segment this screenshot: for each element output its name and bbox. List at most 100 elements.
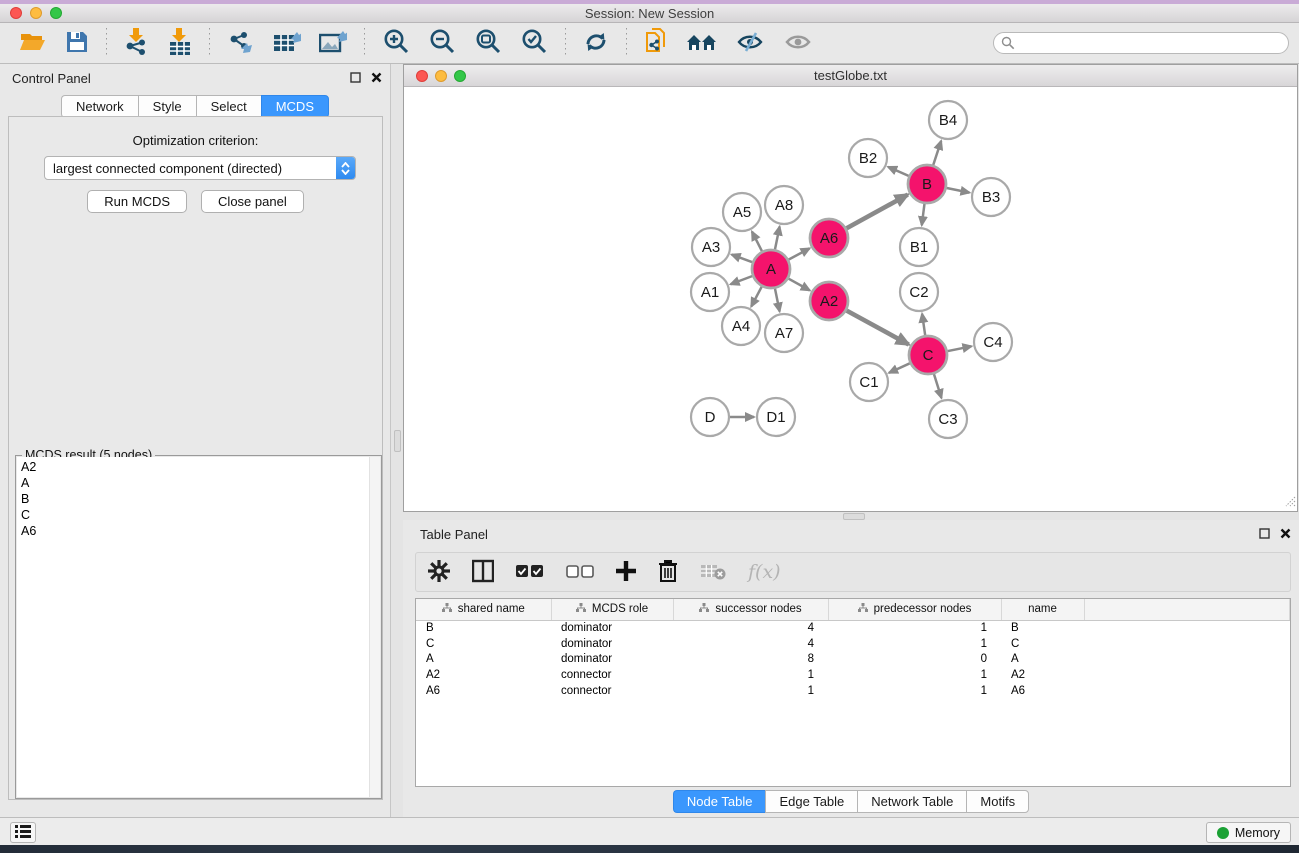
optimization-criterion-dropdown[interactable]: largest connected component (directed) [44, 156, 356, 180]
task-history-button[interactable] [10, 822, 36, 843]
vertical-split-handle[interactable] [394, 430, 401, 452]
table-cell[interactable]: B [1001, 620, 1084, 636]
column-header-predecessor-nodes[interactable]: predecessor nodes [828, 599, 1001, 620]
select-all-checkbox-icon[interactable] [516, 564, 544, 581]
open-session-button[interactable] [13, 28, 53, 59]
table-cell[interactable]: A6 [1001, 683, 1084, 699]
memory-button[interactable]: Memory [1206, 822, 1291, 843]
float-panel-icon[interactable] [350, 71, 361, 86]
column-header-shared-name[interactable]: shared name [416, 599, 551, 620]
result-item[interactable]: B [21, 491, 369, 507]
settings-gear-icon[interactable] [428, 560, 450, 585]
graph-edge-B-B2[interactable] [888, 167, 911, 177]
table-cell[interactable]: 1 [828, 636, 1001, 652]
float-table-panel-icon[interactable] [1259, 527, 1270, 542]
table-cell[interactable]: dominator [551, 636, 673, 652]
result-item[interactable]: A2 [21, 459, 369, 475]
import-network-button[interactable] [118, 26, 156, 61]
result-item[interactable]: A [21, 475, 369, 491]
tab-style[interactable]: Style [138, 95, 196, 118]
graph-edge-B-B1[interactable] [922, 201, 925, 225]
hide-labels-button[interactable] [730, 28, 772, 59]
result-item[interactable]: C [21, 507, 369, 523]
zoom-selected-button[interactable] [514, 26, 554, 61]
tab-network-table[interactable]: Network Table [857, 790, 966, 813]
close-panel-button[interactable]: Close panel [201, 190, 304, 213]
resize-grip-icon[interactable] [1284, 495, 1296, 510]
save-session-button[interactable] [59, 28, 95, 59]
preview-eye-button[interactable] [778, 28, 820, 59]
tab-network[interactable]: Network [61, 95, 138, 118]
table-cell[interactable]: C [1001, 636, 1084, 652]
close-panel-icon[interactable] [371, 71, 382, 86]
export-table-button[interactable] [267, 27, 307, 60]
column-layout-icon[interactable] [472, 559, 494, 586]
table-cell[interactable]: 0 [828, 652, 1001, 668]
graph-edge-A-A1[interactable] [731, 275, 756, 284]
tab-edge-table[interactable]: Edge Table [765, 790, 857, 813]
graph-edge-A-A2[interactable] [786, 277, 810, 290]
graph-edge-A-A6[interactable] [786, 248, 810, 261]
result-item[interactable]: A6 [21, 523, 369, 539]
result-scrollbar[interactable] [369, 457, 380, 797]
graph-edge-A2-C[interactable] [844, 309, 909, 344]
zoom-in-button[interactable] [376, 26, 416, 61]
tab-mcds[interactable]: MCDS [261, 95, 329, 118]
table-cell[interactable]: 1 [673, 667, 828, 683]
column-header-successor-nodes[interactable]: successor nodes [673, 599, 828, 620]
zoom-fit-button[interactable] [468, 26, 508, 61]
delete-column-icon[interactable] [658, 560, 678, 585]
graph-edge-A-A7[interactable] [774, 286, 779, 312]
table-cell[interactable]: 4 [673, 636, 828, 652]
table-cell[interactable]: A2 [416, 667, 551, 683]
table-cell[interactable]: 8 [673, 652, 828, 668]
search-input[interactable] [993, 32, 1289, 54]
graph-edge-A6-B[interactable] [844, 195, 908, 230]
table-cell[interactable]: 1 [673, 683, 828, 699]
deselect-all-checkbox-icon[interactable] [566, 564, 594, 581]
close-table-panel-icon[interactable] [1280, 527, 1291, 542]
graph-edge-C-C3[interactable] [933, 371, 941, 398]
graph-edge-C-C1[interactable] [889, 362, 913, 373]
network-window-titlebar[interactable]: testGlobe.txt [404, 65, 1297, 87]
horizontal-split-handle[interactable] [843, 513, 865, 520]
table-cell[interactable]: A [1001, 652, 1084, 668]
table-cell[interactable]: 1 [828, 667, 1001, 683]
refresh-button[interactable] [577, 27, 615, 60]
graph-edge-A-A4[interactable] [751, 284, 763, 306]
tab-select[interactable]: Select [196, 95, 261, 118]
graph-edge-A-A5[interactable] [752, 232, 763, 254]
column-header-MCDS-role[interactable]: MCDS role [551, 599, 673, 620]
graph-edge-C-C4[interactable] [945, 346, 972, 351]
graph-edge-A-A3[interactable] [732, 255, 755, 264]
clone-network-button[interactable] [638, 26, 674, 61]
zoom-out-button[interactable] [422, 26, 462, 61]
network-canvas[interactable]: B4B2BB3A5A8A6B1A3AA1C2A2A4A7C4CC1C3DD1 [404, 87, 1297, 511]
export-image-button[interactable] [313, 27, 353, 60]
column-header-name[interactable]: name [1001, 599, 1084, 620]
graph-edge-B-B3[interactable] [944, 187, 970, 192]
function-builder-icon: f(x) [748, 561, 781, 583]
graph-edge-C-C2[interactable] [922, 314, 925, 338]
table-cell[interactable]: A6 [416, 683, 551, 699]
run-mcds-button[interactable]: Run MCDS [87, 190, 187, 213]
table-cell[interactable]: A [416, 652, 551, 668]
graph-edge-A-A8[interactable] [774, 227, 779, 253]
table-cell[interactable]: C [416, 636, 551, 652]
tab-node-table[interactable]: Node Table [673, 790, 766, 813]
table-cell[interactable]: B [416, 620, 551, 636]
table-cell[interactable]: dominator [551, 620, 673, 636]
tab-motifs[interactable]: Motifs [966, 790, 1029, 813]
table-cell[interactable]: 1 [828, 620, 1001, 636]
add-column-icon[interactable] [616, 561, 636, 584]
table-cell[interactable]: connector [551, 667, 673, 683]
import-table-button[interactable] [162, 26, 198, 61]
table-cell[interactable]: dominator [551, 652, 673, 668]
home-view-button[interactable] [680, 28, 724, 59]
table-cell[interactable]: connector [551, 683, 673, 699]
export-network-button[interactable] [221, 27, 261, 60]
graph-edge-B-B4[interactable] [932, 141, 941, 168]
table-cell[interactable]: 1 [828, 683, 1001, 699]
table-cell[interactable]: 4 [673, 620, 828, 636]
table-cell[interactable]: A2 [1001, 667, 1084, 683]
